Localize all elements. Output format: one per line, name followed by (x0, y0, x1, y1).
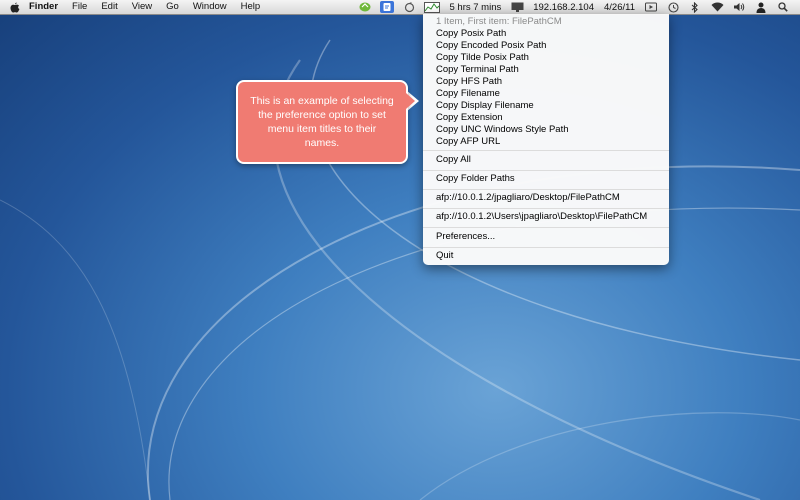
filepath-dropdown-menu: 1 Item, First item: FilePathCM Copy Posi… (423, 14, 669, 265)
menubar-left: Finder File Edit View Go Window Help (0, 0, 267, 14)
activity-monitor-icon[interactable] (424, 1, 441, 13)
menu-item-copy-afp-url[interactable]: Copy AFP URL (436, 136, 500, 148)
menubar-window[interactable]: Window (186, 0, 234, 14)
wifi-icon[interactable] (710, 1, 724, 13)
display-icon[interactable] (510, 1, 524, 13)
date-text[interactable]: 4/26/11 (604, 2, 635, 13)
menubar-edit[interactable]: Edit (94, 0, 124, 14)
menu-item-copy-folder-paths[interactable]: Copy Folder Paths (436, 173, 515, 185)
time-machine-icon[interactable] (666, 1, 680, 13)
menu-item-afp-url-1[interactable]: afp://10.0.1.2/jpagliaro/Desktop/FilePat… (436, 192, 620, 204)
menubar-help[interactable]: Help (234, 0, 268, 14)
ip-address-text[interactable]: 192.168.2.104 (533, 2, 594, 13)
menubar-finder[interactable]: Finder (22, 0, 65, 14)
refresh-icon[interactable] (402, 1, 416, 13)
spotlight-icon[interactable] (776, 1, 790, 13)
menu-item-afp-url-2[interactable]: afp://10.0.1.2\Users\jpagliaro\Desktop\F… (436, 211, 647, 223)
callout-text: This is an example of selecting the pref… (250, 95, 394, 149)
menu-separator (423, 208, 669, 209)
apple-icon[interactable] (8, 0, 22, 14)
menu-separator (423, 170, 669, 171)
callout-arrow-fill (406, 93, 415, 109)
callout-bubble: This is an example of selecting the pref… (236, 80, 408, 164)
menubar-view[interactable]: View (125, 0, 159, 14)
volume-icon[interactable] (732, 1, 746, 13)
menu-separator (423, 247, 669, 248)
menubar-right: 5 hrs 7 mins 192.168.2.104 4/26/11 (354, 0, 800, 14)
menu-item-quit[interactable]: Quit (436, 250, 453, 262)
menu-separator (423, 227, 669, 228)
menubar-file[interactable]: File (65, 0, 94, 14)
menu-item-copy-filename[interactable]: Copy Filename (436, 88, 500, 100)
menubar-go[interactable]: Go (159, 0, 186, 14)
menu-item-copy-encoded-posix-path[interactable]: Copy Encoded Posix Path (436, 40, 546, 52)
media-icon[interactable] (644, 1, 658, 13)
menu-header-info: 1 Item, First item: FilePathCM (436, 16, 562, 27)
user-icon[interactable] (754, 1, 768, 13)
desktop-wallpaper (0, 39, 800, 500)
filepath-icon[interactable] (380, 1, 395, 13)
menu-item-copy-extension[interactable]: Copy Extension (436, 112, 503, 124)
menu-item-copy-display-filename[interactable]: Copy Display Filename (436, 100, 534, 112)
menu-separator (423, 189, 669, 190)
menu-separator (423, 150, 669, 151)
menu-item-copy-hfs-path[interactable]: Copy HFS Path (436, 76, 502, 88)
battery-time-text[interactable]: 5 hrs 7 mins (449, 2, 501, 13)
menu-item-copy-all[interactable]: Copy All (436, 154, 471, 166)
menu-item-copy-unc-path[interactable]: Copy UNC Windows Style Path (436, 124, 569, 136)
bluetooth-icon[interactable] (688, 1, 702, 13)
menu-item-copy-posix-path[interactable]: Copy Posix Path (436, 28, 506, 40)
menu-item-copy-tilde-posix-path[interactable]: Copy Tilde Posix Path (436, 52, 529, 64)
sync-icon[interactable] (358, 1, 372, 13)
menu-item-copy-terminal-path[interactable]: Copy Terminal Path (436, 64, 519, 76)
menubar: Finder File Edit View Go Window Help 5 h… (0, 0, 800, 15)
menu-item-preferences[interactable]: Preferences... (436, 231, 495, 243)
